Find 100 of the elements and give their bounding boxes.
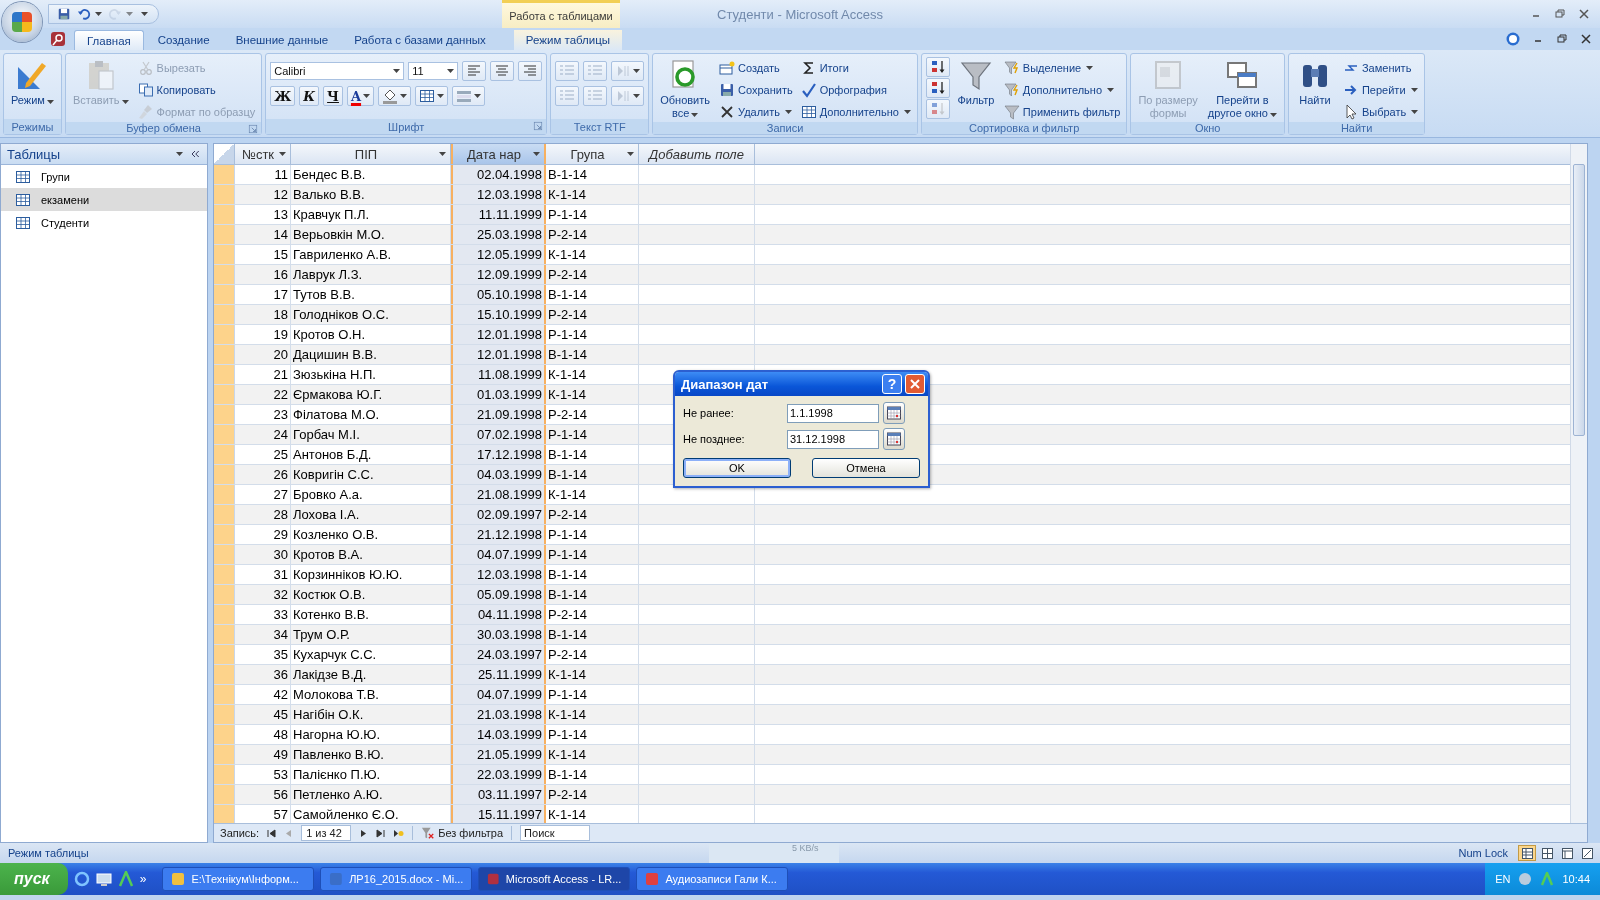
record-selector[interactable]: [214, 565, 235, 584]
dialog-button[interactable]: OK: [683, 458, 791, 478]
ribbon-button[interactable]: Перейти: [1340, 79, 1421, 100]
ribbon-button[interactable]: Дополнительно: [798, 101, 913, 122]
ribbon-button[interactable]: Фильтр: [953, 57, 998, 109]
taskbar-button[interactable]: Аудиозаписи Гали К...: [636, 867, 789, 891]
close-icon[interactable]: [1580, 33, 1592, 45]
column-header[interactable]: Дата нар: [451, 144, 546, 164]
ribbon-icon-button[interactable]: [925, 78, 950, 98]
record-selector[interactable]: [214, 185, 235, 204]
record-selector[interactable]: [214, 445, 235, 464]
ribbon-button[interactable]: Режим: [8, 57, 57, 109]
format-button[interactable]: A: [346, 86, 375, 106]
ribbon-button[interactable]: Выбрать: [1340, 101, 1421, 122]
last-record-icon[interactable]: [376, 828, 386, 838]
ribbon-button[interactable]: Выделение: [1001, 57, 1123, 78]
vertical-scrollbar[interactable]: [1570, 144, 1587, 823]
taskbar-button[interactable]: E:\Технікум\Інформ...: [162, 867, 315, 891]
ribbon-button[interactable]: Обновить все: [657, 57, 713, 122]
record-selector[interactable]: [214, 505, 235, 524]
taskbar-button[interactable]: Microsoft Access - LR...: [478, 867, 631, 891]
ribbon-icon-button[interactable]: [925, 57, 950, 77]
ribbon-tab[interactable]: Работа с базами данных: [342, 30, 498, 50]
ribbon-tab[interactable]: Режим таблицы: [513, 30, 623, 50]
nav-item[interactable]: Групи: [1, 165, 207, 188]
record-selector[interactable]: [214, 245, 235, 264]
tray-icon[interactable]: [1518, 872, 1533, 886]
view-button[interactable]: [1518, 845, 1536, 861]
help-icon[interactable]: [1506, 32, 1520, 46]
ribbon-tab[interactable]: Создание: [145, 30, 222, 50]
ribbon-button[interactable]: Орфография: [798, 79, 913, 100]
column-header[interactable]: №стк: [235, 144, 291, 164]
date-field[interactable]: 1.1.1998: [787, 403, 879, 423]
ribbon-button[interactable]: Найти: [1292, 57, 1337, 109]
ribbon-button[interactable]: Перейти в другое окно: [1204, 57, 1280, 122]
record-selector[interactable]: [214, 645, 235, 664]
ribbon-tab[interactable]: Внешние данные: [223, 30, 341, 50]
font-name-field[interactable]: Calibri: [270, 62, 405, 80]
pane-menu-button[interactable]: [174, 152, 183, 156]
record-selector[interactable]: [214, 785, 235, 804]
ribbon-icon-button[interactable]: [452, 86, 486, 106]
record-selector[interactable]: [214, 325, 235, 344]
record-selector[interactable]: [214, 625, 235, 644]
nav-item[interactable]: екзамени: [1, 188, 207, 211]
record-selector[interactable]: [214, 285, 235, 304]
search-field[interactable]: Поиск: [520, 825, 591, 841]
record-selector[interactable]: [214, 365, 235, 384]
browser-icon[interactable]: [73, 871, 90, 887]
ribbon-button[interactable]: Создать: [717, 57, 795, 78]
column-header[interactable]: Добавить поле: [639, 144, 755, 164]
record-selector[interactable]: [214, 385, 235, 404]
ribbon-button[interactable]: Дополнительно: [1001, 79, 1123, 100]
desktop-icon[interactable]: [95, 871, 112, 887]
ribbon-button[interactable]: Удалить: [717, 101, 795, 122]
calendar-button[interactable]: [883, 428, 905, 450]
record-selector[interactable]: [214, 665, 235, 684]
ribbon-button[interactable]: Сохранить: [717, 79, 795, 100]
first-record-icon[interactable]: [267, 828, 277, 838]
ribbon-icon-button[interactable]: [378, 86, 412, 106]
record-selector[interactable]: [214, 765, 235, 784]
calendar-button[interactable]: [883, 402, 905, 424]
format-button[interactable]: К: [299, 86, 320, 106]
help-button[interactable]: ?: [882, 374, 902, 394]
record-selector[interactable]: [214, 525, 235, 544]
ribbon-button[interactable]: Заменить: [1340, 57, 1421, 78]
office-button[interactable]: [2, 2, 42, 42]
next-record-icon[interactable]: [359, 828, 369, 838]
record-selector[interactable]: [214, 425, 235, 444]
record-selector[interactable]: [214, 705, 235, 724]
column-header[interactable]: Група: [546, 144, 639, 164]
close-icon[interactable]: [1578, 8, 1590, 20]
record-selector[interactable]: [214, 305, 235, 324]
restore-icon[interactable]: [1556, 33, 1568, 45]
filter-toggle-button[interactable]: Без фильтра: [412, 826, 513, 840]
new-record-icon[interactable]: [393, 828, 405, 838]
close-button[interactable]: [905, 374, 925, 394]
font-size-field[interactable]: 11: [408, 62, 459, 80]
record-selector[interactable]: [214, 165, 235, 184]
ribbon-tab[interactable]: Главная: [74, 30, 144, 50]
record-selector[interactable]: [214, 745, 235, 764]
ribbon-button[interactable]: Итоги: [798, 57, 913, 78]
record-selector[interactable]: [214, 265, 235, 284]
more-button[interactable]: »: [139, 872, 147, 886]
ribbon-button[interactable]: Применить фильтр: [1001, 101, 1123, 122]
format-button[interactable]: Ч: [323, 86, 343, 106]
record-selector[interactable]: [214, 585, 235, 604]
taskbar-button[interactable]: ЛР16_2015.docx - Mi...: [320, 867, 473, 891]
ribbon-button[interactable]: Копировать: [135, 79, 258, 100]
select-all-corner[interactable]: [214, 144, 235, 164]
letter-a-icon[interactable]: [117, 871, 134, 887]
tray-icon[interactable]: [1540, 872, 1555, 886]
nav-item[interactable]: Студенти: [1, 211, 207, 234]
record-selector[interactable]: [214, 225, 235, 244]
record-selector[interactable]: [214, 725, 235, 744]
date-field[interactable]: 31.12.1998: [787, 429, 879, 449]
record-position-field[interactable]: 1 из 42: [301, 825, 352, 841]
record-selector[interactable]: [214, 485, 235, 504]
record-selector[interactable]: [214, 405, 235, 424]
ribbon-icon-button[interactable]: [415, 86, 449, 106]
restore-icon[interactable]: [1554, 8, 1566, 20]
